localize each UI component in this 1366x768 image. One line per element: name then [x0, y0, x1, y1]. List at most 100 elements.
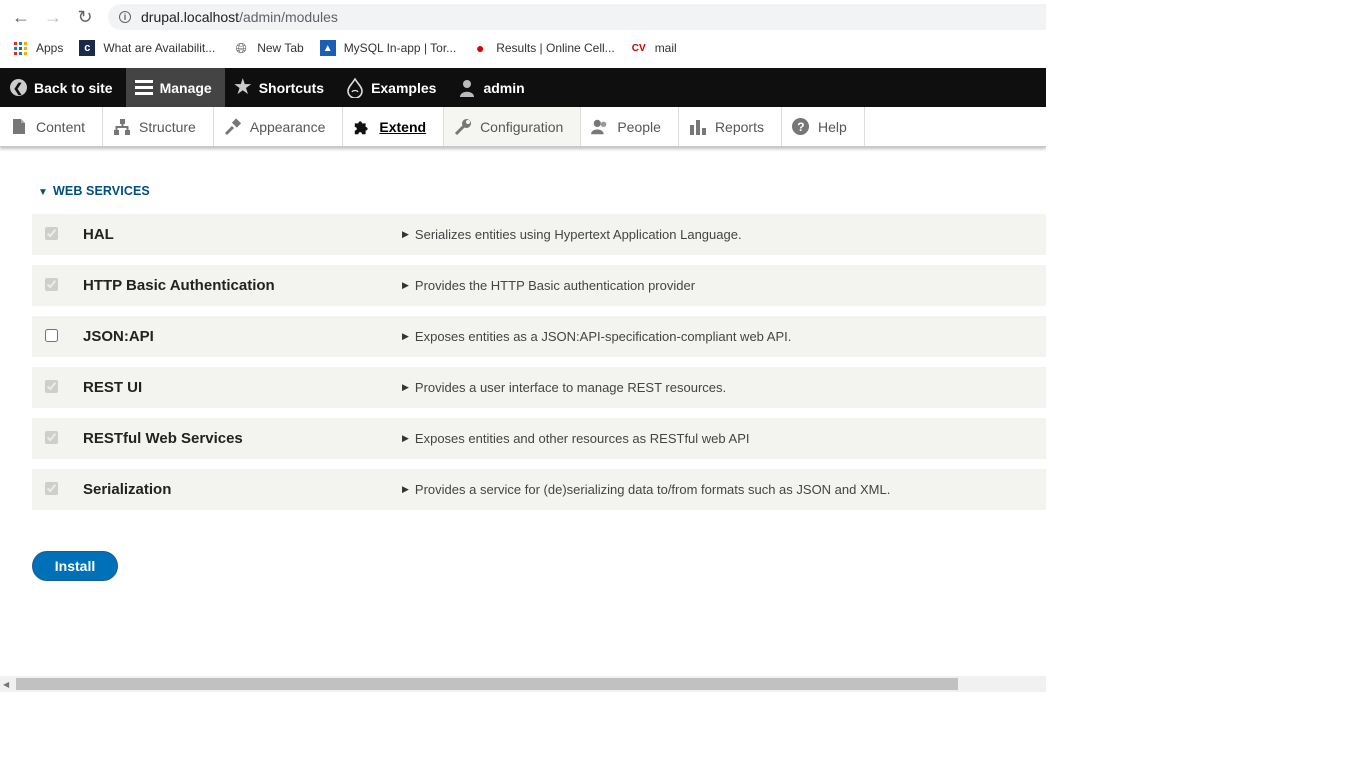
tray-item-reports[interactable]: Reports	[679, 107, 782, 146]
tray-item-help[interactable]: ? Help	[782, 107, 865, 146]
brush-icon	[224, 117, 242, 136]
module-name[interactable]: HTTP Basic Authentication	[83, 277, 275, 294]
module-checkbox[interactable]	[45, 482, 58, 495]
bookmark-label: mail	[654, 41, 677, 55]
module-checkbox[interactable]	[45, 227, 58, 240]
people-icon	[591, 118, 609, 136]
expand-triangle-icon[interactable]: ▶	[402, 331, 409, 342]
back-to-site-link[interactable]: ❮ Back to site	[0, 68, 126, 107]
module-description-text: Provides the HTTP Basic authentication p…	[414, 278, 696, 293]
scroll-left-arrow-icon[interactable]: ◀	[3, 680, 9, 689]
shortcuts-tab[interactable]: ★ Shortcuts	[225, 68, 337, 107]
module-description-text: Exposes entities and other resources as …	[414, 431, 750, 446]
module-name[interactable]: HAL	[83, 226, 114, 243]
forward-arrow-icon[interactable]: →	[42, 6, 64, 28]
reload-icon[interactable]: ↻	[74, 6, 96, 28]
module-description: ▶ Serializes entities using Hypertext App…	[402, 227, 742, 242]
bookmark-label: Results | Online Cell...	[496, 41, 615, 55]
apps-grid-icon	[12, 40, 28, 56]
install-button[interactable]: Install	[32, 551, 118, 581]
triangle-down-icon: ▼	[38, 187, 48, 198]
back-circle-icon: ❮	[9, 79, 27, 97]
user-tab[interactable]: admin	[449, 68, 537, 107]
puzzle-icon	[353, 118, 371, 136]
browser-viewport: ← → ↻ i drupal.localhost/admin/modules A…	[0, 0, 1046, 692]
module-row-http-basic-auth: HTTP Basic Authentication ▶ Provides the …	[32, 265, 1046, 306]
info-icon[interactable]: i	[119, 11, 131, 23]
bookmark-mysql[interactable]: ▲ MySQL In-app | Tor...	[319, 40, 457, 56]
module-description-text: Provides a user interface to manage REST…	[414, 380, 727, 395]
module-description: ▶ Provides the HTTP Basic authentication …	[402, 278, 695, 293]
tray-item-extend[interactable]: Extend	[343, 107, 445, 146]
module-row-restful: RESTful Web Services ▶ Exposes entities a…	[32, 418, 1046, 459]
bookmark-mail[interactable]: CV mail	[631, 40, 677, 56]
bookmark-availability[interactable]: c What are Availabilit...	[79, 40, 215, 56]
tray-item-label: People	[617, 118, 661, 135]
bookmark-label: New Tab	[257, 41, 304, 55]
user-label: admin	[483, 79, 525, 96]
bookmark-label: Apps	[36, 41, 64, 55]
module-name[interactable]: Serialization	[83, 481, 171, 498]
module-description: ▶ Exposes entities and other resources as…	[402, 431, 749, 446]
scrollbar-thumb[interactable]	[16, 678, 958, 690]
module-name[interactable]: REST UI	[83, 379, 142, 396]
map-pin-icon: ●	[475, 40, 485, 56]
web-services-section-toggle[interactable]: ▼ WEB SERVICES	[38, 184, 150, 198]
address-bar-row: ← → ↻ i drupal.localhost/admin/modules	[0, 0, 1046, 34]
horizontal-scrollbar[interactable]: ◀	[0, 676, 1046, 692]
module-checkbox[interactable]	[45, 278, 58, 291]
module-name[interactable]: RESTful Web Services	[83, 430, 243, 447]
tray-item-content[interactable]: Content	[0, 107, 104, 146]
document-icon	[10, 118, 28, 136]
bookmark-results[interactable]: ● Results | Online Cell...	[472, 40, 615, 56]
bookmark-label: MySQL In-app | Tor...	[343, 41, 457, 55]
module-checkbox[interactable]	[45, 380, 58, 393]
tray-item-label: Appearance	[249, 118, 326, 135]
manage-tab[interactable]: Manage	[125, 68, 225, 107]
back-to-site-label: Back to site	[34, 79, 113, 96]
url-host: drupal.localhost	[141, 9, 240, 25]
expand-triangle-icon[interactable]: ▶	[402, 229, 409, 240]
examples-tab[interactable]: Examples	[337, 68, 449, 107]
tray-item-label: Reports	[714, 118, 764, 135]
star-icon: ★	[234, 77, 252, 98]
tray-item-appearance[interactable]: Appearance	[214, 107, 344, 146]
expand-triangle-icon[interactable]: ▶	[402, 382, 409, 393]
manage-label: Manage	[159, 79, 212, 96]
tray-item-label: Content	[36, 118, 86, 135]
url-path: /admin/modules	[239, 9, 338, 25]
bookmark-apps[interactable]: Apps	[12, 40, 63, 56]
back-arrow-icon[interactable]: ←	[10, 6, 32, 28]
reports-icon	[689, 118, 707, 136]
section-title: WEB SERVICES	[53, 184, 150, 198]
url-bar[interactable]: i drupal.localhost/admin/modules	[108, 4, 1046, 30]
bookmark-new-tab[interactable]: 🌐︎ New Tab	[233, 39, 304, 56]
expand-triangle-icon[interactable]: ▶	[402, 280, 409, 291]
drupal-drop-icon	[346, 77, 364, 98]
module-row-hal: HAL ▶ Serializes entities using Hypertext…	[32, 214, 1046, 255]
module-checkbox[interactable]	[45, 431, 58, 444]
tray-item-label: Extend	[379, 118, 427, 135]
module-description-text: Exposes entities as a JSON:API-specifica…	[414, 329, 792, 344]
module-description: ▶ Exposes entities as a JSON:API-specific…	[402, 329, 791, 344]
help-icon: ?	[792, 118, 810, 136]
module-description-text: Serializes entities using Hypertext Appl…	[414, 227, 742, 242]
shortcuts-label: Shortcuts	[258, 79, 325, 96]
tray-item-structure[interactable]: Structure	[103, 107, 214, 146]
module-row-rest-ui: REST UI ▶ Provides a user interface to ma…	[32, 367, 1046, 408]
tray-item-people[interactable]: People	[581, 107, 679, 146]
structure-icon	[113, 118, 131, 136]
tray-item-configuration[interactable]: Configuration	[444, 107, 582, 146]
url-text[interactable]: drupal.localhost/admin/modules	[141, 9, 338, 25]
globe-icon: 🌐︎	[235, 39, 247, 56]
module-name[interactable]: JSON:API	[83, 328, 154, 345]
expand-triangle-icon[interactable]: ▶	[402, 433, 409, 444]
hamburger-icon	[134, 79, 153, 97]
module-checkbox[interactable]	[45, 329, 58, 342]
examples-label: Examples	[371, 79, 437, 96]
tray-item-label: Configuration	[480, 118, 564, 135]
module-description: ▶ Provides a user interface to manage RES…	[402, 380, 726, 395]
expand-triangle-icon[interactable]: ▶	[402, 484, 409, 495]
bookmarks-bar: Apps c What are Availabilit... 🌐︎ New Ta…	[0, 34, 1046, 62]
module-description: ▶ Provides a service for (de)serializing …	[402, 482, 890, 497]
